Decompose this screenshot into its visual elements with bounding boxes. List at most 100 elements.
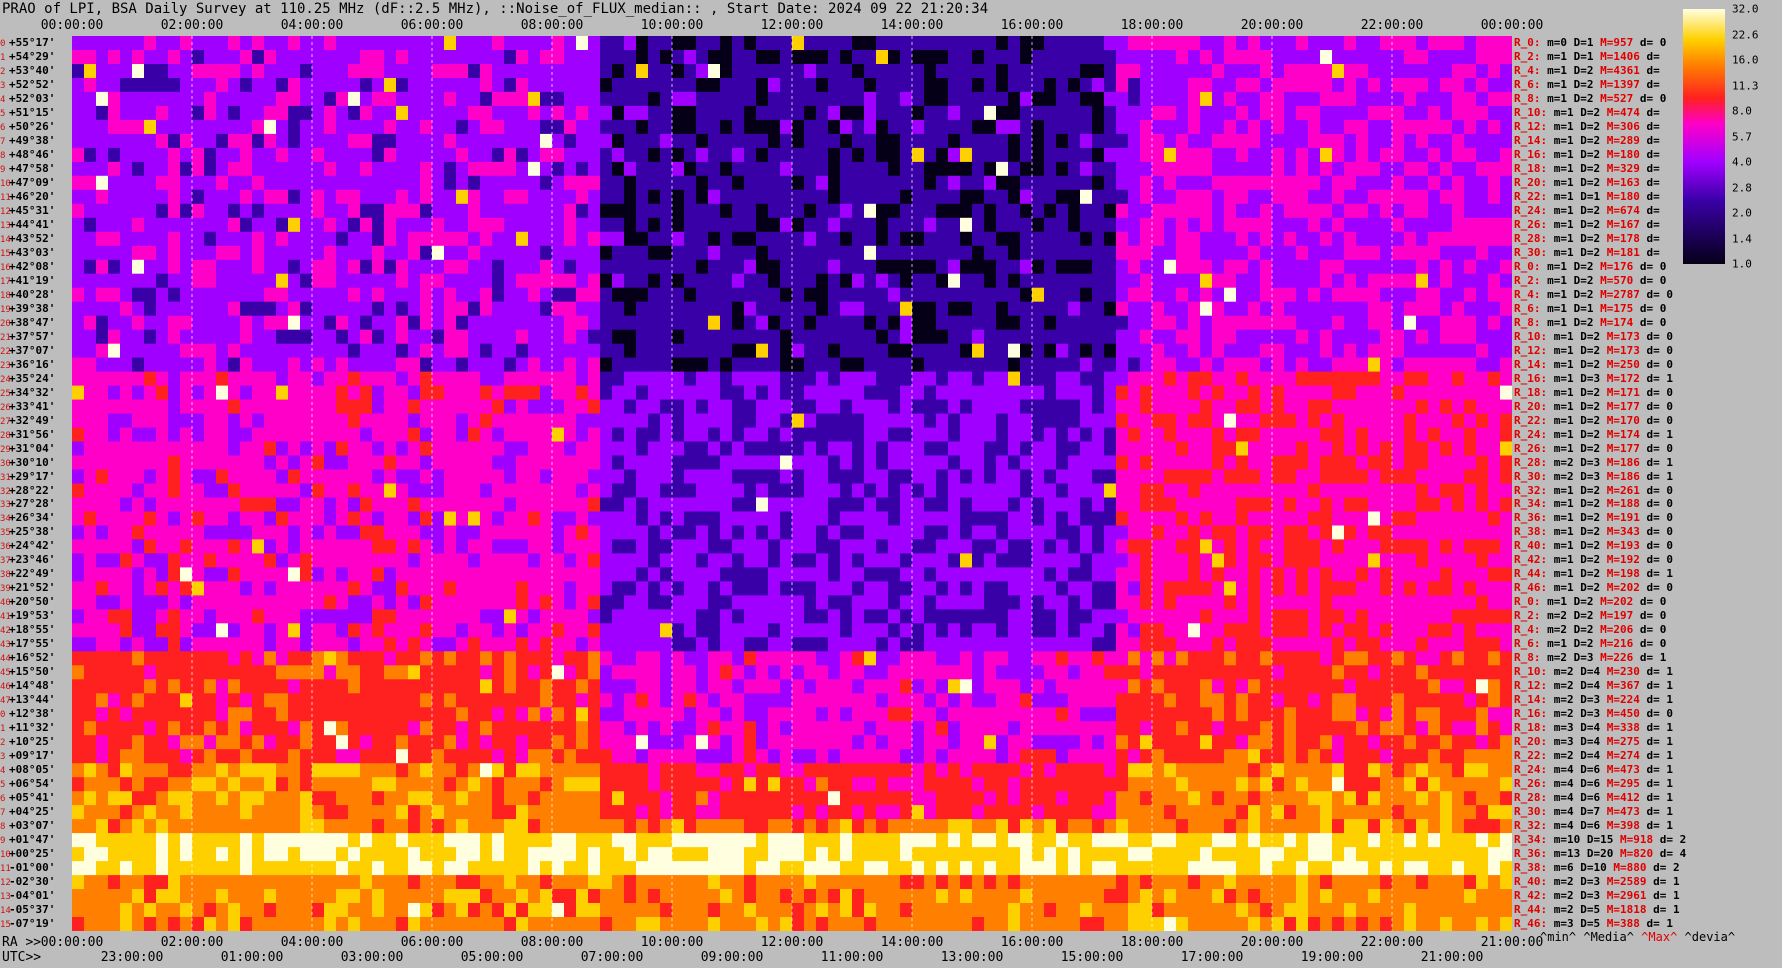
heatmap-cell — [276, 455, 289, 470]
heatmap-cell — [1116, 133, 1129, 149]
heatmap-cell — [1188, 567, 1201, 582]
heatmap-cell — [372, 315, 385, 331]
heatmap-cell — [1392, 64, 1405, 79]
heatmap-cell — [1260, 455, 1273, 470]
heatmap-cell — [96, 203, 109, 219]
heatmap-cell — [516, 161, 529, 177]
heatmap-cell — [492, 217, 505, 233]
heatmap-cell — [1464, 315, 1477, 331]
heatmap-cell — [1128, 525, 1141, 540]
heatmap-cell — [300, 273, 313, 289]
heatmap-cell — [1452, 287, 1465, 303]
heatmap-cell — [1344, 189, 1357, 205]
heatmap-cell — [84, 553, 97, 568]
heatmap-cell — [1020, 399, 1033, 415]
heatmap-cell — [528, 301, 541, 317]
heatmap-cell — [1368, 315, 1381, 331]
heatmap-cell — [828, 119, 841, 135]
heatmap-cell — [1380, 175, 1393, 191]
heatmap-cell — [228, 441, 241, 456]
heatmap-cell — [504, 427, 517, 443]
heatmap-cell — [576, 105, 589, 121]
heatmap-cell — [888, 525, 901, 540]
heatmap-cell — [720, 497, 733, 512]
heatmap-cell — [900, 553, 913, 568]
heatmap-cell — [1500, 231, 1513, 247]
heatmap-cell — [1464, 385, 1477, 401]
heatmap-cell — [696, 175, 709, 191]
heatmap-cell — [780, 189, 793, 205]
heatmap-cell — [876, 399, 889, 415]
heatmap-cell — [576, 91, 589, 107]
heatmap-cell — [792, 595, 805, 610]
heatmap-cell — [1164, 441, 1177, 456]
heatmap-cell — [1368, 483, 1381, 498]
heatmap-cell — [732, 231, 745, 247]
heatmap-cell — [828, 371, 841, 387]
heatmap-cell — [504, 273, 517, 289]
heatmap-cell — [924, 581, 937, 596]
heatmap-cell — [780, 525, 793, 540]
heatmap-cell — [1092, 399, 1105, 415]
heatmap-cell — [1152, 469, 1165, 484]
heatmap-cell — [1428, 343, 1441, 359]
heatmap-cell — [456, 50, 469, 65]
heatmap-cell — [204, 539, 217, 554]
heatmap-cell — [168, 203, 181, 219]
heatmap-cell — [972, 511, 985, 526]
heatmap-cell — [264, 203, 277, 219]
heatmap-cell — [1332, 581, 1345, 596]
heatmap-cell — [984, 231, 997, 247]
heatmap-cell — [336, 371, 349, 387]
heatmap-cell — [1464, 161, 1477, 177]
heatmap-cell — [168, 609, 181, 624]
heatmap-cell — [828, 105, 841, 121]
heatmap-cell — [996, 455, 1009, 470]
heatmap-cell — [696, 91, 709, 107]
heatmap-cell — [816, 427, 829, 443]
heatmap-cell — [780, 399, 793, 415]
heatmap-cell — [108, 203, 121, 219]
heatmap-cell — [936, 119, 949, 135]
heatmap-cell — [492, 413, 505, 429]
heatmap-cell — [1068, 245, 1081, 261]
heatmap-cell — [744, 287, 757, 303]
heatmap-cell — [204, 511, 217, 526]
heatmap-cell — [252, 539, 265, 554]
heatmap-cell — [1056, 161, 1069, 177]
heatmap-cell — [696, 217, 709, 233]
heatmap-cell — [636, 147, 649, 163]
heatmap-cell — [420, 455, 433, 470]
heatmap-cell — [240, 315, 253, 331]
heatmap-cell — [528, 399, 541, 415]
heatmap-cell — [564, 301, 577, 317]
heatmap-cell — [456, 245, 469, 261]
heatmap-cell — [900, 36, 913, 51]
heatmap-cell — [168, 413, 181, 429]
heatmap-cell — [1452, 189, 1465, 205]
heatmap-cell — [1080, 567, 1093, 582]
heatmap-cell — [972, 50, 985, 65]
heatmap-cell — [1440, 539, 1453, 554]
heatmap-cell — [864, 595, 877, 610]
heatmap-cell — [1128, 511, 1141, 526]
heatmap-cell — [1236, 231, 1249, 247]
heatmap-cell — [168, 36, 181, 51]
heatmap-cell — [912, 455, 925, 470]
top-axis-tick-label: 10:00:00 — [640, 18, 704, 33]
heatmap-cell — [432, 413, 445, 429]
heatmap-cell — [912, 567, 925, 582]
heatmap-cell — [1020, 539, 1033, 554]
heatmap-cell — [1332, 483, 1345, 498]
heatmap-cell — [720, 315, 733, 331]
heatmap-cell — [432, 357, 445, 373]
heatmap-cell — [168, 441, 181, 456]
heatmap-cell — [504, 78, 517, 93]
heatmap-cell — [876, 64, 889, 79]
heatmap-cell — [900, 385, 913, 401]
heatmap-cell — [672, 119, 685, 135]
heatmap-cell — [108, 539, 121, 554]
heatmap-cell — [972, 91, 985, 107]
heatmap-cell — [1272, 64, 1285, 79]
heatmap-cell — [636, 36, 649, 51]
